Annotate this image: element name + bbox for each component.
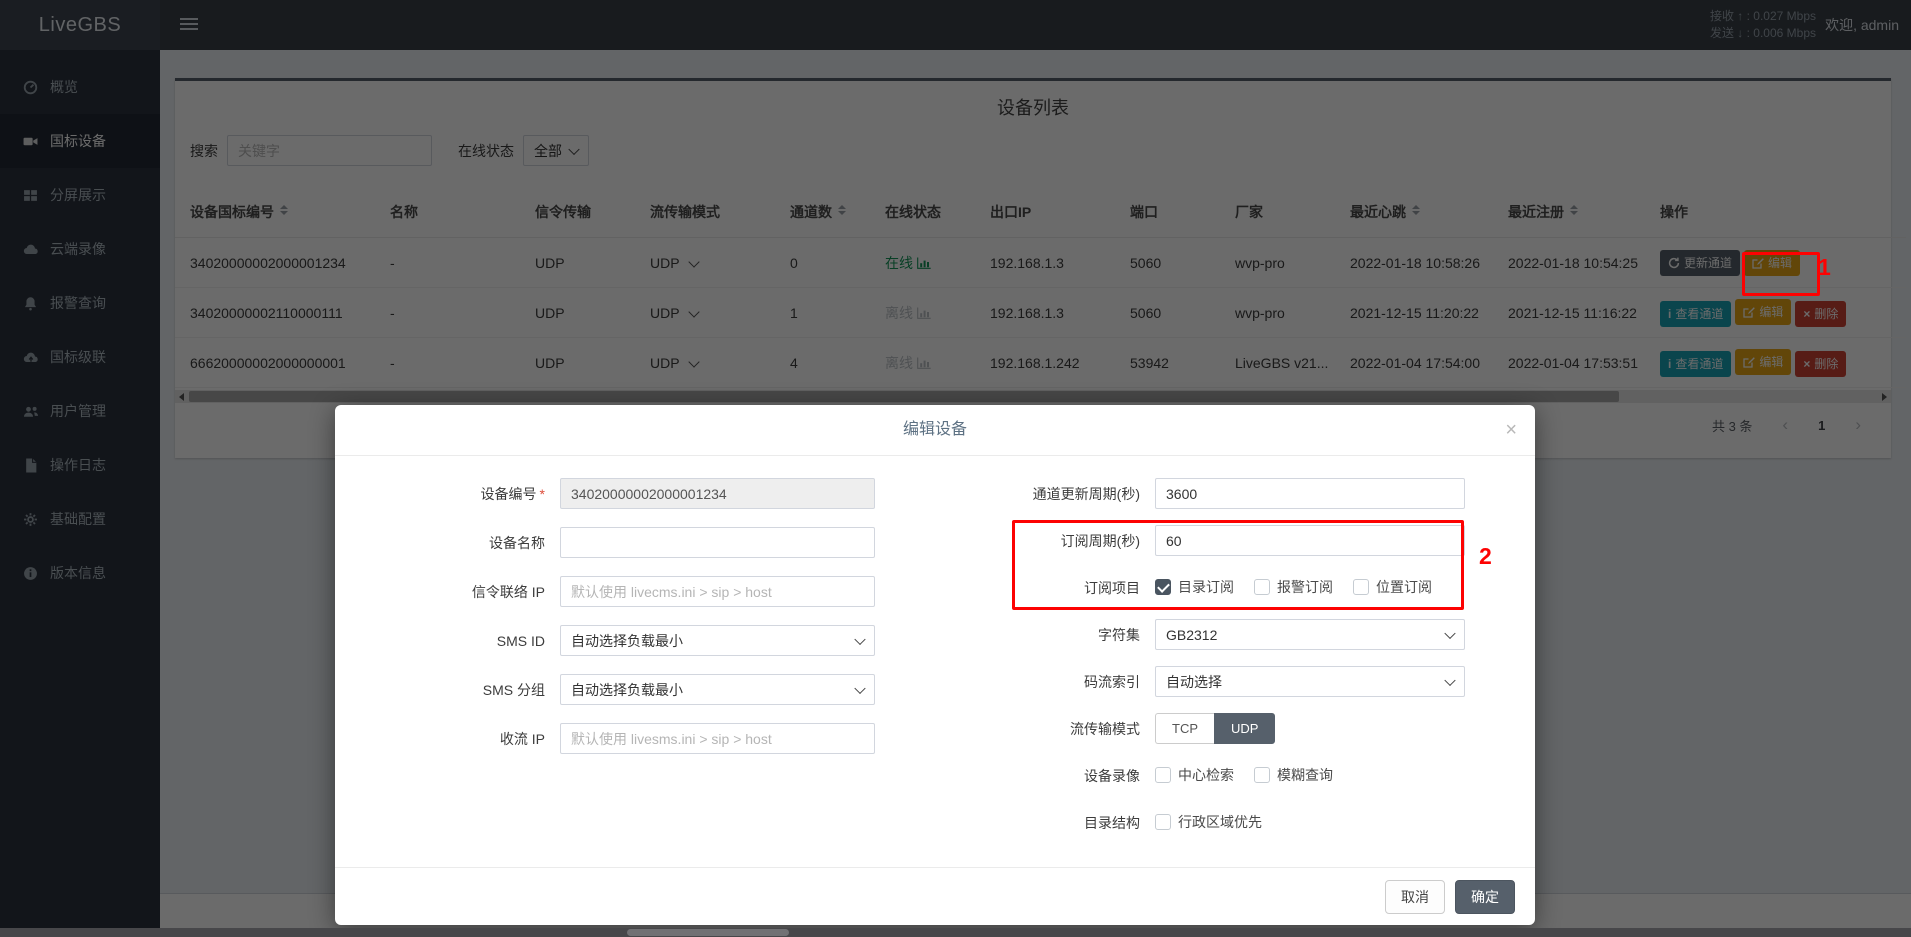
stream-mode-label: 流传输模式 (935, 719, 1140, 739)
sms-group-label: SMS 分组 (375, 680, 545, 700)
sig-ip-label: 信令联络 IP (375, 582, 545, 602)
stream-index-label: 码流索引 (935, 672, 1140, 692)
chevron-down-icon (854, 633, 865, 644)
recv-ip-input[interactable] (560, 723, 875, 754)
stream-index-select[interactable]: 自动选择 (1155, 666, 1465, 697)
annotation-box-1 (1742, 252, 1820, 296)
confirm-button[interactable]: 确定 (1455, 880, 1515, 914)
checkbox-label: 行政区域优先 (1178, 812, 1262, 832)
stream-mode-toggle: TCPUDP (1155, 713, 1275, 744)
device-id-label: 设备编号* (375, 484, 545, 504)
cancel-button[interactable]: 取消 (1385, 880, 1445, 914)
annotation-box-2 (1012, 520, 1464, 610)
device-record-label: 设备录像 (935, 766, 1140, 786)
checkbox-label: 模糊查询 (1277, 765, 1333, 785)
device-name-label: 设备名称 (375, 533, 545, 553)
device-record-group: 中心检索 模糊查询 (1155, 765, 1353, 786)
unchecked-checkbox-icon[interactable] (1155, 767, 1171, 783)
annotation-number-2: 2 (1479, 543, 1492, 570)
page-horizontal-scrollbar[interactable] (0, 928, 1911, 937)
charset-select[interactable]: GB2312 (1155, 619, 1465, 650)
edit-device-modal: 编辑设备 × 设备编号* 设备名称 信令联络 IP SMS ID 自动选择负载最… (335, 405, 1535, 925)
channel-refresh-input[interactable] (1155, 478, 1465, 509)
stream-mode-udp-button[interactable]: UDP (1214, 713, 1275, 744)
unchecked-checkbox-icon[interactable] (1155, 814, 1171, 830)
channel-refresh-label: 通道更新周期(秒) (935, 484, 1140, 504)
charset-label: 字符集 (935, 625, 1140, 645)
chevron-down-icon (1444, 674, 1455, 685)
annotation-number-1: 1 (1818, 254, 1831, 281)
dir-structure-label: 目录结构 (935, 813, 1140, 833)
required-asterisk: * (540, 486, 545, 502)
chevron-down-icon (1444, 627, 1455, 638)
unchecked-checkbox-icon[interactable] (1254, 767, 1270, 783)
scrollbar-thumb[interactable] (627, 929, 789, 936)
stream-mode-tcp-button[interactable]: TCP (1155, 713, 1214, 744)
recv-ip-label: 收流 IP (375, 729, 545, 749)
dir-structure-group: 行政区域优先 (1155, 812, 1282, 833)
checkbox-item: 模糊查询 (1254, 765, 1333, 785)
checkbox-item: 行政区域优先 (1155, 812, 1262, 832)
device-name-input[interactable] (560, 527, 875, 558)
modal-title: 编辑设备 (335, 405, 1535, 455)
sms-id-select[interactable]: 自动选择负载最小 (560, 625, 875, 656)
device-id-input[interactable] (560, 478, 875, 509)
checkbox-item: 中心检索 (1155, 765, 1234, 785)
checkbox-label: 中心检索 (1178, 765, 1234, 785)
chevron-down-icon (854, 682, 865, 693)
sms-group-select[interactable]: 自动选择负载最小 (560, 674, 875, 705)
sig-ip-input[interactable] (560, 576, 875, 607)
sms-id-label: SMS ID (375, 633, 545, 649)
close-icon[interactable]: × (1505, 405, 1517, 455)
